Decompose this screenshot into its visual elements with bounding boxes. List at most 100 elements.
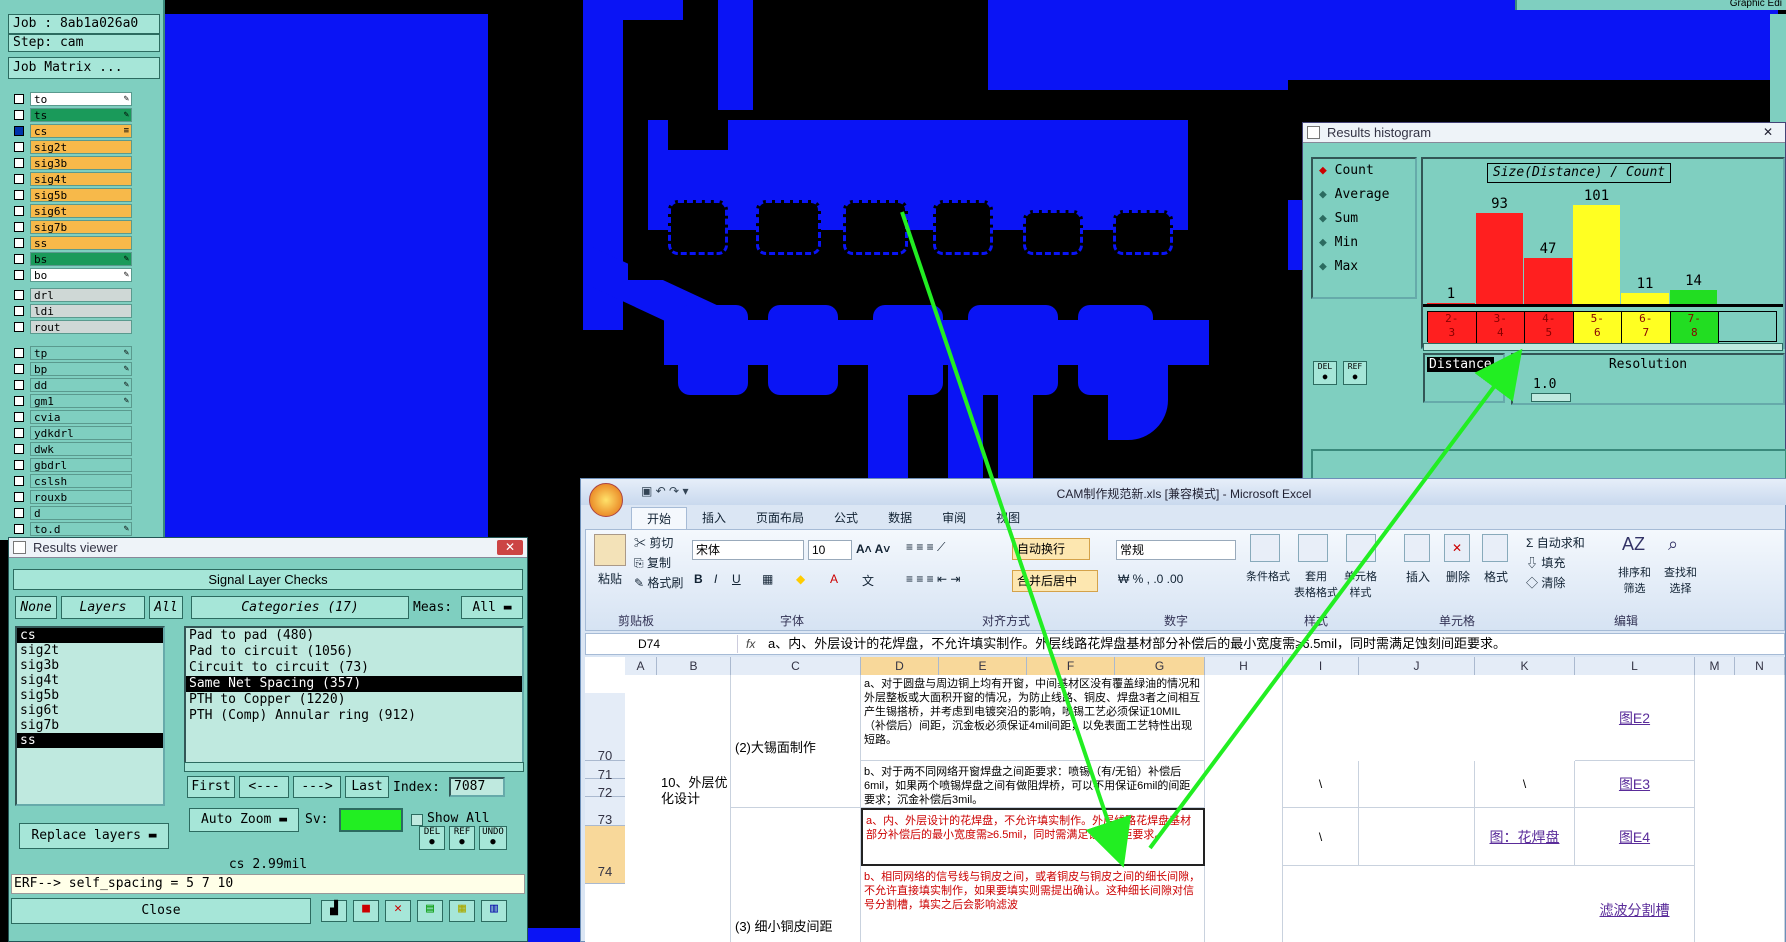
function-icon[interactable]: fx [746, 634, 755, 654]
layer-row-bs[interactable]: bs ✎ [14, 251, 132, 267]
cell-c-large-tin[interactable]: (2)大锡面制作 [731, 675, 861, 808]
layer-checkbox[interactable] [14, 306, 24, 316]
layer-checkbox[interactable] [14, 492, 24, 502]
histogram-option-max[interactable]: ◆ Max [1313, 255, 1415, 279]
cell-style-icon[interactable] [1346, 534, 1376, 562]
layer-list-item[interactable]: sig6t [17, 703, 163, 718]
row-header-72[interactable]: 72 [585, 779, 625, 800]
layer-checkbox[interactable] [14, 508, 24, 518]
delete-cells-button[interactable]: 删除 [1446, 568, 1470, 585]
cell-i-74[interactable]: \ [1283, 808, 1359, 866]
column-header-H[interactable]: H [1205, 657, 1283, 675]
cut-button[interactable]: ✂ 剪切 [634, 534, 673, 551]
row-header-74[interactable]: 74 [585, 826, 625, 884]
misc-layer-row[interactable]: gm1 ✎ [14, 393, 132, 409]
table-format-icon[interactable] [1298, 534, 1328, 562]
chart-tool-icon[interactable]: ▟ [321, 900, 347, 922]
layer-row-bo[interactable]: bo ✎ [14, 267, 132, 283]
wrap-text-button[interactable]: 自动换行 [1012, 538, 1090, 560]
cell-b-section[interactable]: 10、外层优化设计 [657, 675, 731, 942]
column-header-D[interactable]: D [861, 657, 939, 675]
histogram-bar-5[interactable] [1669, 290, 1718, 304]
misc-layer-row[interactable]: bp ✎ [14, 361, 132, 377]
meas-dropdown[interactable]: All ▬ [461, 596, 523, 619]
layer-row-sig3b[interactable]: sig3b [14, 155, 132, 171]
drill-layer-row[interactable]: ldi [14, 303, 132, 319]
histogram-option-min[interactable]: ◆ Min [1313, 231, 1415, 255]
cell-d-74-selected[interactable]: a、内、外层设计的花焊盘，不允许填实制作。外层线路花焊盘基材部分补偿后的最小宽度… [861, 808, 1205, 866]
font-size-select[interactable]: 10 [808, 540, 852, 560]
insert-cells-button[interactable]: 插入 [1406, 568, 1430, 585]
paste-icon[interactable] [594, 534, 626, 566]
right-tool-strip[interactable] [1770, 14, 1786, 124]
close-button[interactable]: Close [11, 898, 311, 924]
border-icon[interactable]: ▦ [762, 572, 773, 586]
cell-k-72[interactable]: \ [1475, 761, 1575, 808]
layer-checkbox[interactable] [14, 460, 24, 470]
range-label[interactable]: 5- 6 [1573, 312, 1622, 343]
row-header-70[interactable]: 70 [585, 737, 625, 763]
formula-text[interactable]: a、内、外层设计的花焊盘，不允许填实制作。外层线路花焊盘基材部分补偿后的最小宽度… [768, 634, 1778, 654]
misc-layer-row[interactable]: to.d ✎ [14, 521, 132, 537]
histogram-bar-3[interactable] [1572, 205, 1621, 304]
cell-h-column[interactable] [1205, 675, 1283, 942]
find-select-button[interactable]: 查找和 选择 [1664, 564, 1697, 596]
column-header-M[interactable]: M [1695, 657, 1735, 675]
range-label[interactable]: 6- 7 [1622, 312, 1671, 343]
ribbon-tab-5[interactable]: 审阅 [927, 507, 981, 529]
show-all-checkbox[interactable] [411, 814, 423, 826]
column-header-N[interactable]: N [1735, 657, 1785, 675]
layers-button[interactable]: Layers [61, 596, 145, 619]
layer-checkbox[interactable] [14, 428, 24, 438]
number-format-select[interactable]: 常规 [1116, 540, 1236, 560]
histogram-bar-4[interactable] [1621, 293, 1670, 304]
layer-checkbox[interactable] [14, 476, 24, 486]
font-name-select[interactable]: 宋体 [692, 540, 804, 560]
layer-checkbox[interactable] [14, 524, 24, 534]
layer-checkbox[interactable] [14, 158, 24, 168]
range-label[interactable]: 3- 4 [1476, 312, 1525, 343]
layer-checkbox[interactable] [14, 190, 24, 200]
clear-button[interactable]: ◇ 清除 [1526, 574, 1565, 591]
histogram-bar-0[interactable] [1427, 303, 1476, 304]
layer-checkbox[interactable] [14, 126, 24, 136]
layer-row-sig5b[interactable]: sig5b [14, 187, 132, 203]
column-header-F[interactable]: F [1027, 657, 1115, 675]
cell-i-72[interactable]: \ [1283, 761, 1359, 808]
layer-row-ss[interactable]: ss [14, 235, 132, 251]
misc-layer-row[interactable]: rouxb [14, 489, 132, 505]
prev-button[interactable]: <--- [239, 776, 289, 798]
cell-l-69-link[interactable]: 图E2 [1575, 675, 1695, 761]
layer-list-item[interactable]: sig7b [17, 718, 163, 733]
next-button[interactable]: ---> [293, 776, 341, 798]
layer-checkbox[interactable] [14, 254, 24, 264]
ribbon-tab-3[interactable]: 公式 [819, 507, 873, 529]
cancel-icon[interactable]: ✕ [385, 900, 411, 922]
paste-button[interactable]: 粘贴 [598, 570, 622, 587]
layer-row-cs[interactable]: cs ≡ [14, 123, 132, 139]
histogram-bar-2[interactable] [1524, 258, 1573, 304]
layer-checkbox[interactable] [14, 110, 24, 120]
layer-checkbox[interactable] [14, 94, 24, 104]
layer-row-sig4t[interactable]: sig4t [14, 171, 132, 187]
layer-row-ts[interactable]: ts ✎ [14, 107, 132, 123]
column-header-G[interactable]: G [1115, 657, 1205, 675]
layer-checkbox[interactable] [14, 380, 24, 390]
cell-j-72[interactable] [1359, 761, 1475, 808]
layer-checkbox[interactable] [14, 174, 24, 184]
category-item[interactable]: Pad to circuit (1056) [186, 644, 522, 660]
range-label[interactable]: 4- 5 [1525, 312, 1574, 343]
layer-checkbox[interactable] [14, 348, 24, 358]
misc-layer-row[interactable]: cslsh [14, 473, 132, 489]
categories-button[interactable]: Categories (17) [191, 596, 409, 619]
misc-layer-row[interactable]: dwk [14, 441, 132, 457]
layer-list-item[interactable]: sig5b [17, 688, 163, 703]
layer-row-to[interactable]: to ✎ [14, 91, 132, 107]
cell-l-74-link[interactable]: 图E4 [1575, 808, 1695, 866]
layer-checkbox[interactable] [14, 290, 24, 300]
resolution-slider[interactable] [1531, 393, 1571, 402]
layer-checkbox[interactable] [14, 444, 24, 454]
underline-icon[interactable]: U [732, 572, 741, 586]
close-icon[interactable]: ✕ [497, 540, 523, 555]
layer-list-item[interactable]: ss [17, 733, 163, 748]
